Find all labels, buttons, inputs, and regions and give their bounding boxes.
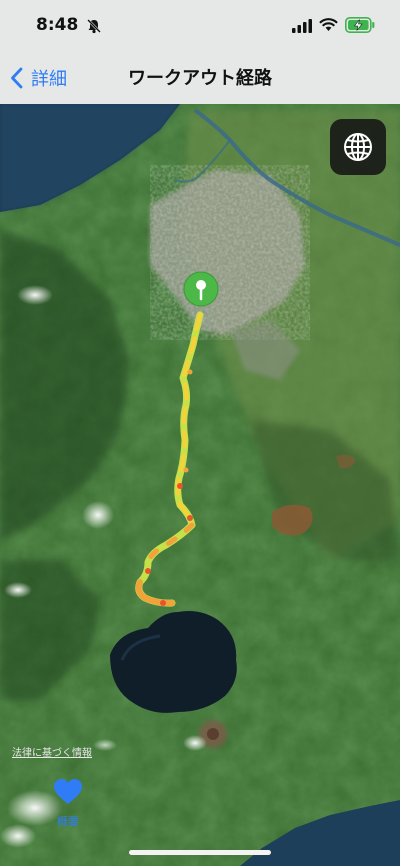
summary-button[interactable]: 概要 (50, 778, 86, 829)
home-indicator[interactable] (129, 850, 271, 855)
cellular-signal-icon (292, 18, 312, 37)
top-bar: 8:48 詳細 ワークアウト経路 (0, 0, 400, 104)
globe-icon (344, 133, 372, 161)
page-title: ワークアウト経路 (128, 68, 272, 89)
bell-muted-icon (86, 18, 102, 38)
route-start-pin[interactable] (181, 270, 221, 314)
battery-charging-icon (345, 17, 375, 37)
map-type-button[interactable] (330, 119, 386, 175)
map-pin-icon (183, 271, 219, 307)
status-bar: 8:48 (0, 0, 400, 52)
legal-info-link[interactable]: 法律に基づく情報 (12, 744, 92, 759)
wifi-icon (319, 17, 338, 36)
status-time: 8:48 (36, 15, 79, 35)
heart-icon (54, 779, 82, 804)
summary-label: 概要 (57, 815, 79, 828)
navigation-bar: 詳細 ワークアウト経路 (0, 52, 400, 104)
